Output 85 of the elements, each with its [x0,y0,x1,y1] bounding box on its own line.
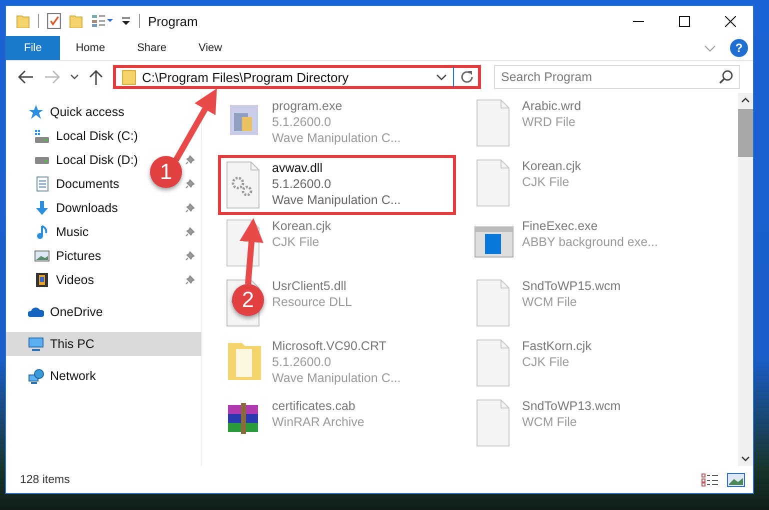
back-arrow-icon[interactable] [18,70,34,84]
properties-icon[interactable] [91,14,113,28]
file-name[interactable]: FastKorn.cjk [522,339,592,353]
sidebar-item[interactable]: Pictures [6,244,108,268]
cloud-icon [28,306,44,318]
refresh-icon[interactable] [460,70,474,84]
music-note-icon [36,224,48,240]
file-detail: Wave Manipulation C... [272,131,401,145]
file-detail: Wave Manipulation C... [272,371,401,385]
drive-icon [34,128,50,144]
sidebar-item[interactable]: Local Disk (D:) [6,148,144,172]
file-name[interactable]: SndToWP13.wcm [522,399,621,413]
item-count: 128 items [20,474,70,486]
minimize-icon [632,20,644,22]
help-button[interactable]: ? [730,39,748,57]
file-detail: Wave Manipulation C... [272,193,401,207]
scroll-down-icon[interactable] [741,456,750,462]
file-name[interactable]: Microsoft.VC90.CRT [272,339,401,353]
search-icon[interactable] [719,70,733,84]
chevron-icon[interactable] [436,74,447,80]
up-arrow-icon[interactable] [89,69,103,85]
sidebar-item[interactable]: Downloads [6,196,124,220]
window-title: Program [148,14,198,28]
file-detail: WCM File [522,415,578,429]
file-detail: 5.1.2600.0 [272,355,332,369]
sidebar-item[interactable]: Network [6,364,102,388]
download-arrow-icon [34,200,50,216]
ribbon-tab[interactable]: File [6,36,60,60]
pin-icon[interactable] [185,179,195,189]
checklist-icon[interactable] [47,13,61,29]
sidebar-item[interactable]: OneDrive [6,300,109,324]
file-detail: WinRAR Archive [272,415,364,429]
details-view-icon[interactable] [701,472,719,486]
file-detail: CJK File [272,235,320,249]
file-name: avwav.dll [272,161,324,175]
file-name[interactable]: Arabic.wrd [522,99,582,113]
star-icon [28,104,44,120]
sidebar-item[interactable]: This PC [6,332,201,356]
file-detail: 5.1.2600.0 [272,177,332,191]
file-detail: CJK File [522,355,570,369]
drive-icon [34,156,50,164]
file-name[interactable]: UsrClient5.dll [272,279,352,293]
file-name[interactable]: Korean.cjk [522,159,582,173]
file-detail: WRD File [522,115,576,129]
scroll-up-icon[interactable] [741,97,750,103]
caret-icon[interactable] [70,74,79,80]
file-detail: ABBY background exe... [522,235,658,249]
pin-icon[interactable] [185,275,195,285]
folder-icon [122,70,136,84]
file-detail: Resource DLL [272,295,352,309]
network-icon [28,368,44,384]
address-bar[interactable]: C:\Program Files\Program Directory [113,65,481,89]
film-icon [36,273,48,287]
picture-icon [34,250,50,262]
file-detail: CJK File [522,175,570,189]
search-field[interactable]: Search Program [494,65,740,89]
sidebar-item[interactable]: Music [6,220,95,244]
sidebar-item[interactable]: Quick access [6,100,130,124]
pin-icon[interactable] [185,227,195,237]
sidebar-item[interactable]: Local Disk (C:) [6,124,144,148]
caret-icon[interactable] [121,16,131,26]
arrow [240,218,264,284]
file-detail: WCM File [522,295,578,309]
large-icons-view-icon[interactable] [727,472,745,486]
file-name[interactable]: program.exe [272,99,401,113]
ribbon-tab[interactable]: Home [60,36,122,60]
pin-icon[interactable] [185,203,195,213]
file-name[interactable]: FineExec.exe [522,219,658,233]
file-name[interactable]: Korean.cjk [272,219,332,233]
file-name[interactable]: SndToWP15.wcm [522,279,621,293]
file-item[interactable]: avwav.dll 5.1.2600.0 Wave Manipulation C... [218,155,456,215]
scrollbar[interactable] [738,93,753,466]
scrollbar-thumb[interactable] [738,109,753,157]
ribbon-tab[interactable]: Share [121,36,182,60]
pin-icon[interactable] [185,251,195,261]
ribbon-tab[interactable]: View [182,36,238,60]
document-icon [36,176,48,192]
file-name[interactable]: certificates.cab [272,399,364,413]
sidebar-item[interactable]: Documents [6,172,126,196]
monitor-icon [28,336,44,352]
close-icon [724,16,736,26]
file-detail: 5.1.2600.0 [272,115,332,129]
sidebar-item[interactable]: Videos [6,268,100,292]
pin-icon[interactable] [185,155,195,165]
maximize-icon [678,16,690,26]
